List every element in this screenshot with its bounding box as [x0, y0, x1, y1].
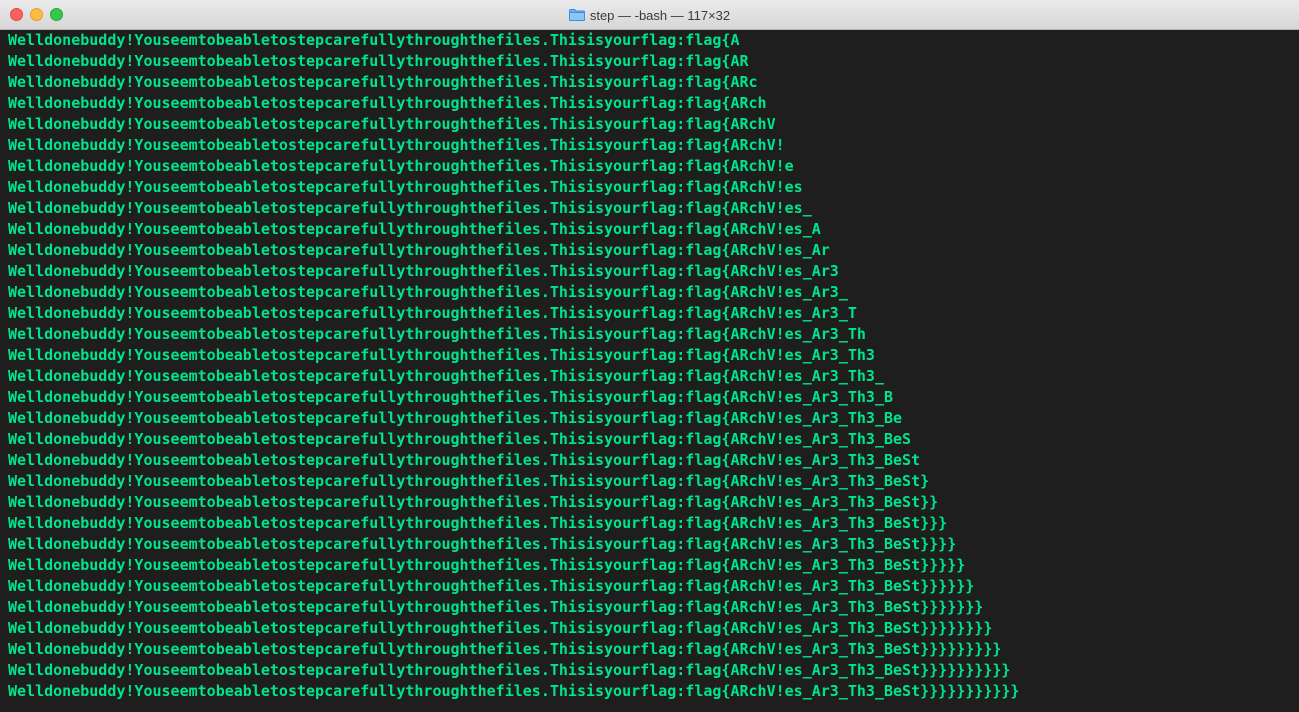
terminal-line: Welldonebuddy!Youseemtobeabletostepcaref…	[8, 661, 1011, 679]
terminal-line: Welldonebuddy!Youseemtobeabletostepcaref…	[8, 577, 975, 595]
terminal-line: Welldonebuddy!Youseemtobeabletostepcaref…	[8, 178, 803, 196]
terminal-line: Welldonebuddy!Youseemtobeabletostepcaref…	[8, 136, 785, 154]
folder-icon	[568, 9, 585, 21]
terminal-line: Welldonebuddy!Youseemtobeabletostepcaref…	[8, 535, 957, 553]
terminal-line: Welldonebuddy!Youseemtobeabletostepcaref…	[8, 325, 866, 343]
terminal-line: Welldonebuddy!Youseemtobeabletostepcaref…	[8, 451, 921, 469]
title-bar[interactable]: step — -bash — 117×32	[0, 0, 1299, 30]
terminal-line: Welldonebuddy!Youseemtobeabletostepcaref…	[8, 367, 884, 385]
terminal-line: Welldonebuddy!Youseemtobeabletostepcaref…	[8, 304, 857, 322]
terminal-line: Welldonebuddy!Youseemtobeabletostepcaref…	[8, 598, 984, 616]
terminal-line: Welldonebuddy!Youseemtobeabletostepcaref…	[8, 514, 948, 532]
window-title-container: step — -bash — 117×32	[0, 0, 1299, 30]
terminal-line: Welldonebuddy!Youseemtobeabletostepcaref…	[8, 31, 740, 49]
terminal-line: Welldonebuddy!Youseemtobeabletostepcaref…	[8, 430, 912, 448]
terminal-window: step — -bash — 117×32 Welldonebuddy!Yous…	[0, 0, 1299, 712]
terminal-line: Welldonebuddy!Youseemtobeabletostepcaref…	[8, 409, 903, 427]
terminal-line: Welldonebuddy!Youseemtobeabletostepcaref…	[8, 73, 758, 91]
terminal-line: Welldonebuddy!Youseemtobeabletostepcaref…	[8, 640, 1002, 658]
terminal-line: Welldonebuddy!Youseemtobeabletostepcaref…	[8, 199, 812, 217]
window-title: step — -bash — 117×32	[589, 7, 731, 23]
terminal-line: Welldonebuddy!Youseemtobeabletostepcaref…	[8, 220, 821, 238]
terminal-output[interactable]: Welldonebuddy!Youseemtobeabletostepcaref…	[0, 30, 1299, 712]
terminal-line: Welldonebuddy!Youseemtobeabletostepcaref…	[8, 346, 875, 364]
terminal-line: Welldonebuddy!Youseemtobeabletostepcaref…	[8, 115, 776, 133]
terminal-line: Welldonebuddy!Youseemtobeabletostepcaref…	[8, 283, 848, 301]
terminal-line: Welldonebuddy!Youseemtobeabletostepcaref…	[8, 472, 930, 490]
terminal-line: Welldonebuddy!Youseemtobeabletostepcaref…	[8, 556, 966, 574]
terminal-line: Welldonebuddy!Youseemtobeabletostepcaref…	[8, 493, 939, 511]
terminal-line: Welldonebuddy!Youseemtobeabletostepcaref…	[8, 241, 830, 259]
terminal-line: Welldonebuddy!Youseemtobeabletostepcaref…	[8, 388, 894, 406]
terminal-line: Welldonebuddy!Youseemtobeabletostepcaref…	[8, 262, 839, 280]
terminal-line: Welldonebuddy!Youseemtobeabletostepcaref…	[8, 94, 767, 112]
terminal-line: Welldonebuddy!Youseemtobeabletostepcaref…	[8, 682, 1020, 700]
terminal-line: Welldonebuddy!Youseemtobeabletostepcaref…	[8, 157, 794, 175]
terminal-line: Welldonebuddy!Youseemtobeabletostepcaref…	[8, 52, 749, 70]
terminal-line: Welldonebuddy!Youseemtobeabletostepcaref…	[8, 619, 993, 637]
